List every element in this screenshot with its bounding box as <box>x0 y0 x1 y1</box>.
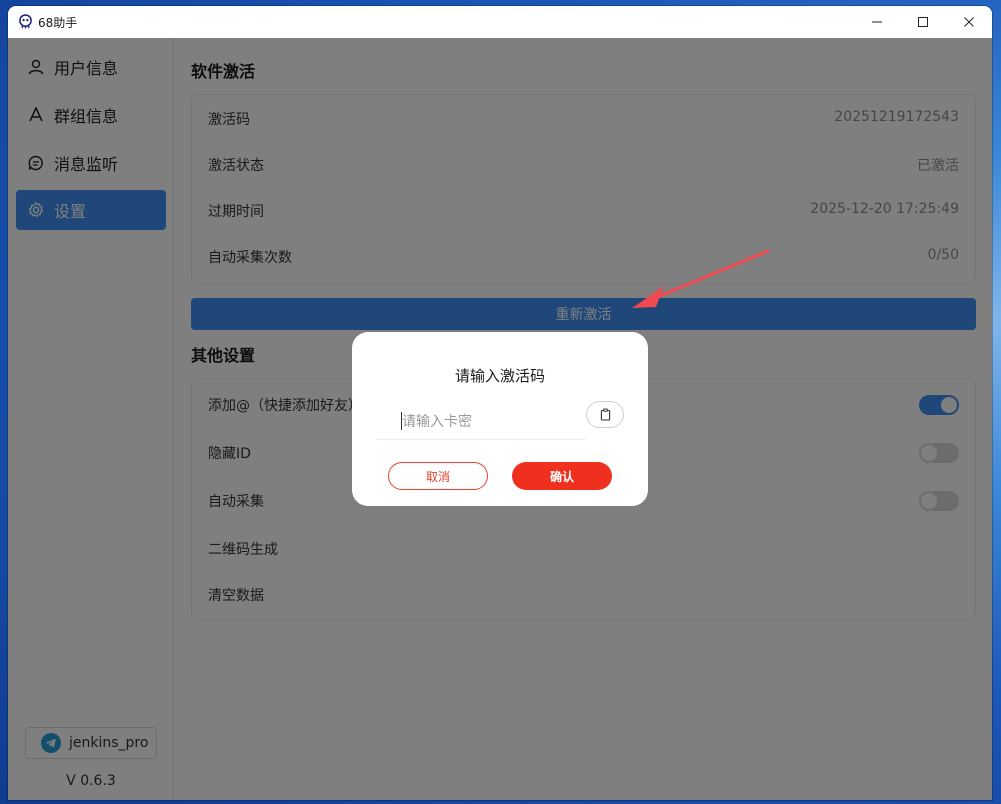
window-title: 68助手 <box>38 16 78 30</box>
cancel-button[interactable]: 取消 <box>388 462 488 490</box>
text-cursor <box>401 412 402 430</box>
maximize-icon <box>918 17 928 27</box>
app-logo-icon <box>19 14 32 29</box>
maximize-button[interactable] <box>900 6 946 38</box>
close-icon <box>964 17 974 27</box>
minimize-button[interactable] <box>854 6 900 38</box>
activation-code-dialog: 请输入激活码 取消 确认 <box>352 332 648 506</box>
title-bar: 68助手 <box>8 6 992 38</box>
confirm-button[interactable]: 确认 <box>512 462 612 490</box>
clipboard-icon <box>600 408 610 421</box>
close-button[interactable] <box>946 6 992 38</box>
activation-code-input[interactable] <box>376 404 586 440</box>
annotation-arrow-icon <box>632 249 770 308</box>
minimize-icon <box>872 21 882 23</box>
paste-button[interactable] <box>586 401 624 428</box>
dialog-title: 请输入激活码 <box>454 367 545 385</box>
